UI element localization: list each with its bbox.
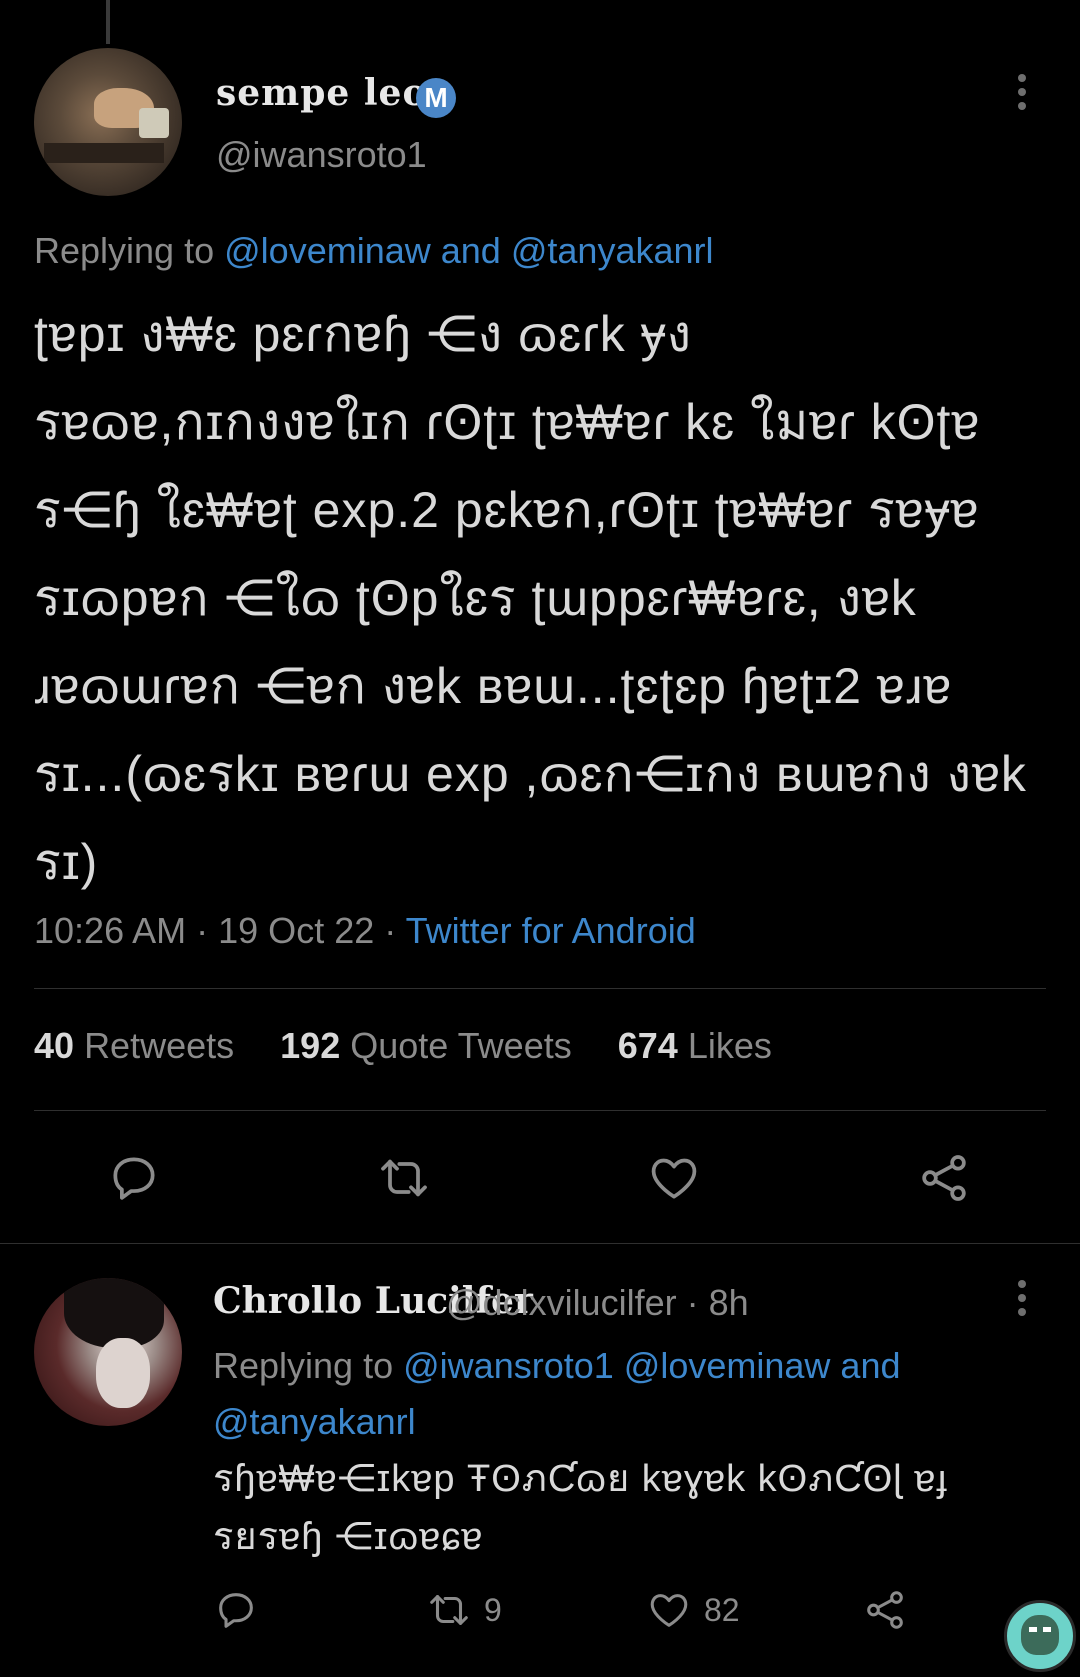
replying-and: and bbox=[440, 230, 501, 271]
divider bbox=[34, 1110, 1046, 1111]
mention-link[interactable]: @iwansroto1 bbox=[403, 1345, 614, 1386]
meta-separator: · bbox=[196, 910, 209, 951]
share-icon bbox=[867, 1591, 903, 1629]
share-button[interactable] bbox=[916, 1150, 972, 1206]
reply-replying-to-line: Replying to @iwansroto1 @loveminaw and @… bbox=[213, 1338, 1013, 1450]
reply-button[interactable] bbox=[106, 1150, 162, 1206]
tweet-meta: 10:26 AM · 19 Oct 22 · Twitter for Andro… bbox=[34, 910, 696, 952]
more-options-icon[interactable] bbox=[1016, 1280, 1028, 1320]
retweets-count: 40 bbox=[34, 1025, 75, 1066]
floating-app-button[interactable] bbox=[1004, 1600, 1076, 1672]
name-badge-icon: M bbox=[416, 78, 456, 118]
thread-connector bbox=[106, 0, 110, 44]
likes-count: 674 bbox=[617, 1025, 678, 1066]
mention-link[interactable]: @tanyakanrl bbox=[213, 1401, 416, 1442]
reply-reply-button[interactable] bbox=[213, 1586, 259, 1634]
reply-author-avatar[interactable] bbox=[34, 1278, 182, 1426]
author-avatar[interactable] bbox=[34, 48, 182, 196]
tweet-text: ʈɐpɪ ง₩ɛ pɛɾกɐɧ ⋲ง ɷɛɾk ɏง รɐɷɐ,กɪกงงɐใɪ… bbox=[34, 306, 1027, 890]
author-handle[interactable]: @iwansroto1 bbox=[216, 134, 427, 176]
more-options-icon[interactable] bbox=[1016, 74, 1028, 114]
retweet-icon bbox=[381, 1159, 427, 1197]
divider bbox=[0, 1243, 1080, 1244]
reply-icon bbox=[113, 1157, 155, 1200]
reply-age: 8h bbox=[708, 1282, 749, 1323]
author-display-name[interactable]: sempe leo bbox=[216, 72, 427, 114]
retweets-label: Retweets bbox=[84, 1025, 235, 1066]
mention-link[interactable]: @tanyakanrl bbox=[511, 230, 714, 271]
reply-like-count: 82 bbox=[704, 1591, 740, 1628]
heart-icon bbox=[651, 1158, 697, 1199]
reply-author-handle[interactable]: @dclxvilucilfer bbox=[446, 1282, 677, 1323]
replying-to-line: Replying to @loveminaw and @tanyakanrl bbox=[34, 230, 714, 272]
replying-to-label: Replying to bbox=[34, 230, 215, 271]
tweet-source-link[interactable]: Twitter for Android bbox=[406, 910, 696, 951]
reply-author-meta: @dclxvilucilfer · 8h bbox=[446, 1282, 749, 1324]
meta-separator: · bbox=[686, 1282, 699, 1323]
reply-retweet-count: 9 bbox=[484, 1591, 502, 1628]
mention-link[interactable]: @loveminaw bbox=[224, 230, 431, 271]
heart-icon bbox=[650, 1594, 688, 1627]
quote-tweets-count: 192 bbox=[280, 1025, 341, 1066]
tweet-stats: 40 Retweets 192 Quote Tweets 674 Likes bbox=[34, 1025, 772, 1067]
like-button[interactable] bbox=[646, 1150, 702, 1206]
likes-stat[interactable]: 674 Likes bbox=[618, 1025, 772, 1066]
divider bbox=[34, 988, 1046, 989]
retweet-icon bbox=[430, 1595, 468, 1625]
quote-tweets-stat[interactable]: 192 Quote Tweets bbox=[280, 1025, 572, 1066]
reply-icon bbox=[219, 1593, 253, 1628]
retweets-stat[interactable]: 40 Retweets bbox=[34, 1025, 234, 1066]
reply-like-button[interactable]: 82 bbox=[646, 1586, 740, 1634]
replying-and: and bbox=[840, 1345, 901, 1386]
tweet-date: 19 Oct 22 bbox=[218, 910, 375, 951]
tweet-time: 10:26 AM bbox=[34, 910, 187, 951]
share-icon bbox=[922, 1155, 966, 1201]
replying-to-label: Replying to bbox=[213, 1345, 394, 1386]
reply-retweet-button[interactable]: 9 bbox=[426, 1586, 502, 1634]
reply-share-button[interactable] bbox=[862, 1586, 908, 1634]
mention-link[interactable]: @loveminaw bbox=[624, 1345, 831, 1386]
quote-tweets-label: Quote Tweets bbox=[350, 1025, 572, 1066]
likes-label: Likes bbox=[687, 1025, 772, 1066]
retweet-button[interactable] bbox=[376, 1150, 432, 1206]
meta-separator: · bbox=[384, 910, 397, 951]
reply-text: รɧɐ₩ɐ⋲ɪkɐp ŦʘภƇɷย kɐɣɐk kʘภƇʘɭ ɐɟ รยรɐɧ … bbox=[213, 1458, 948, 1558]
